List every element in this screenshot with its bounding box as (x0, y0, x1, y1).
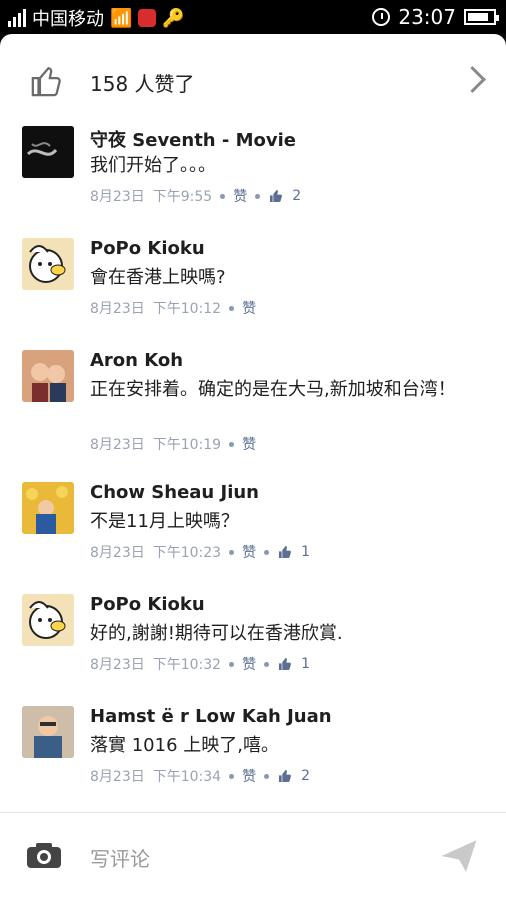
like-count: 1 (301, 544, 311, 560)
comment-author[interactable]: Chow Sheau Jiun (90, 482, 259, 503)
like-button[interactable]: 赞 (233, 186, 247, 206)
comment-date: 8月23日 (90, 769, 145, 785)
chevron-right-icon[interactable] (459, 66, 486, 93)
separator-dot (229, 305, 235, 311)
carrier-label: 中国移动 (32, 9, 104, 30)
comment-item: PoPo Kioku 好的,謝謝!期待可以在香港欣賞. 8月23日 下午10:3… (0, 594, 506, 704)
comment-text: 我们开始了。。。 (90, 155, 216, 176)
separator-dot (264, 661, 270, 667)
comment-time: 下午10:32 (152, 657, 222, 673)
comment-date: 8月23日 (90, 301, 145, 317)
comment-meta: 8月23日 下午10:19 赞 (90, 434, 256, 454)
like-icon (279, 658, 292, 670)
like-icon (279, 546, 292, 558)
comment-item: 守夜 Seventh - Movie 我们开始了。。。 8月23日 下午9:55… (0, 126, 506, 236)
comment-meta: 8月23日 下午10:32 赞 1 (90, 654, 310, 674)
status-left: 中国移动 📶 🔑 (8, 5, 185, 31)
avatar[interactable] (22, 482, 74, 534)
status-bar: 中国移动 📶 🔑 23:07 (0, 0, 506, 34)
comment-author[interactable]: PoPo Kioku (90, 238, 205, 259)
separator-dot (220, 193, 226, 199)
comment-author[interactable]: PoPo Kioku (90, 594, 205, 615)
avatar[interactable] (22, 706, 74, 758)
send-icon[interactable] (438, 835, 480, 877)
avatar-image-icon (22, 482, 74, 534)
comment-author[interactable]: 守夜 Seventh - Movie (90, 126, 296, 152)
comment-meta: 8月23日 下午10:23 赞 1 (90, 542, 310, 562)
like-icon (270, 190, 283, 202)
comment-time: 下午10:34 (152, 769, 222, 785)
comment-item: Aron Koh 正在安排着。确定的是在大马,新加坡和台湾！ 8月23日 下午1… (0, 350, 506, 480)
separator-dot (229, 661, 235, 667)
separator-dot (229, 773, 235, 779)
comment-text: 會在香港上映嗎? (90, 267, 226, 288)
separator-dot (229, 549, 235, 555)
like-count: 2 (292, 188, 302, 204)
comment-time: 下午10:19 (152, 437, 222, 453)
like-button[interactable]: 赞 (242, 542, 256, 562)
comment-text: 落實 1016 上映了,嘻。 (90, 735, 279, 756)
camera-icon[interactable] (26, 841, 62, 869)
comment-item: Chow Sheau Jiun 不是11月上映嗎？ 8月23日 下午10:23 … (0, 482, 506, 592)
avatar-image-icon (22, 238, 74, 290)
comment-date: 8月23日 (90, 189, 145, 205)
comment-meta: 8月23日 下午10:12 赞 (90, 298, 256, 318)
avatar-image-icon (22, 594, 74, 646)
avatar[interactable] (22, 594, 74, 646)
comment-text: 不是11月上映嗎？ (90, 511, 239, 532)
avatar-image-icon (22, 350, 74, 402)
comment-item: Hamst ë r Low Kah Juan 落實 1016 上映了,嘻。 8月… (0, 706, 506, 816)
comment-item: PoPo Kioku 會在香港上映嗎? 8月23日 下午10:12 赞 (0, 238, 506, 348)
comment-author[interactable]: Hamst ë r Low Kah Juan (90, 706, 332, 727)
likes-count-label: 158 人赞了 (90, 72, 195, 96)
battery-fill (468, 13, 488, 21)
comment-time: 下午10:23 (152, 545, 222, 561)
comment-meta: 8月23日 下午9:55 赞 2 (90, 186, 301, 206)
comment-date: 8月23日 (90, 437, 145, 453)
comment-composer: 写评论 (0, 812, 506, 900)
thumbs-up-icon (31, 67, 61, 97)
likes-row[interactable]: 158 人赞了 (0, 34, 506, 124)
like-button[interactable]: 赞 (242, 654, 256, 674)
like-button[interactable]: 赞 (242, 298, 256, 318)
like-button[interactable]: 赞 (242, 766, 256, 786)
battery-icon (464, 9, 499, 25)
separator-dot (264, 773, 270, 779)
comment-time: 下午10:12 (152, 301, 222, 317)
separator-dot (264, 549, 270, 555)
avatar-image-icon (22, 706, 74, 758)
signal-icon (8, 9, 26, 27)
comment-date: 8月23日 (90, 657, 145, 673)
separator-dot (255, 193, 261, 199)
comments-panel: 158 人赞了 守夜 Seventh - Movie 我们开始了。。。 8月23… (0, 34, 506, 900)
alarm-icon (372, 8, 391, 26)
avatar-image-icon (22, 126, 74, 178)
comment-meta: 8月23日 下午10:34 赞 2 (90, 766, 310, 786)
like-count: 1 (301, 656, 311, 672)
like-button[interactable]: 赞 (242, 434, 256, 454)
comment-author[interactable]: Aron Koh (90, 350, 183, 371)
avatar[interactable] (22, 350, 74, 402)
comment-text: 好的,謝謝!期待可以在香港欣賞. (90, 623, 343, 644)
status-right: 23:07 (372, 5, 499, 29)
like-icon (279, 770, 292, 782)
separator-dot (229, 441, 235, 447)
app-badge-icon (138, 9, 157, 27)
comment-date: 8月23日 (90, 545, 145, 561)
status-time: 23:07 (398, 5, 456, 29)
comment-input[interactable]: 写评论 (90, 843, 150, 872)
key-icon: 🔑 (162, 7, 185, 29)
wifi-icon: 📶 (110, 7, 133, 29)
avatar[interactable] (22, 238, 74, 290)
avatar[interactable] (22, 126, 74, 178)
like-count: 2 (301, 768, 311, 784)
comment-time: 下午9:55 (152, 189, 213, 205)
comment-text: 正在安排着。确定的是在大马,新加坡和台湾！ (90, 379, 456, 400)
